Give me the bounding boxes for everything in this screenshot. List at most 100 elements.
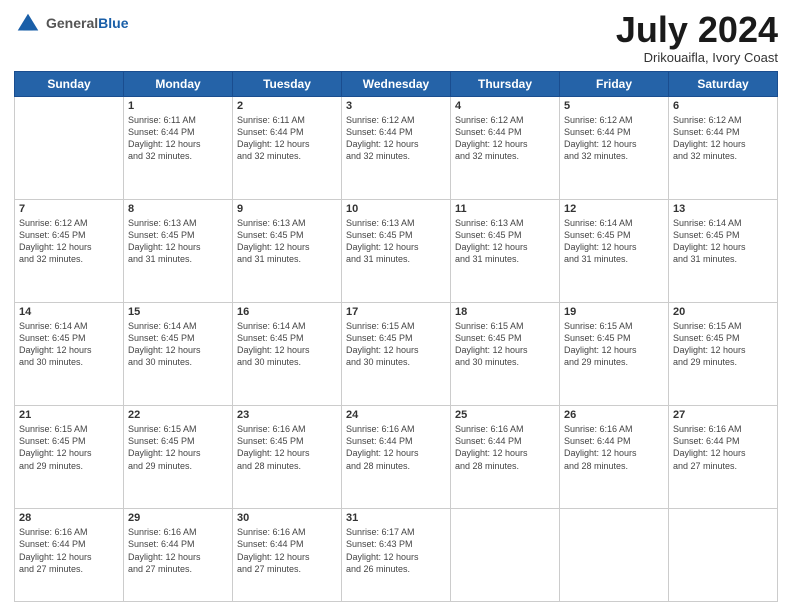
calendar-header-row: Sunday Monday Tuesday Wednesday Thursday… bbox=[15, 71, 778, 96]
day-number: 2 bbox=[237, 100, 337, 112]
calendar-week-row: 28Sunrise: 6:16 AM Sunset: 6:44 PM Dayli… bbox=[15, 509, 778, 602]
day-number: 30 bbox=[237, 512, 337, 524]
col-thursday: Thursday bbox=[451, 71, 560, 96]
logo: GeneralBlue bbox=[14, 10, 128, 38]
table-row: 20Sunrise: 6:15 AM Sunset: 6:45 PM Dayli… bbox=[669, 302, 778, 405]
day-number: 26 bbox=[564, 409, 664, 421]
table-row: 13Sunrise: 6:14 AM Sunset: 6:45 PM Dayli… bbox=[669, 199, 778, 302]
table-row: 22 Sunrise: 6:15 AM Sunset: 6:45 PM Dayli… bbox=[124, 406, 233, 509]
day-number: 12 bbox=[564, 203, 664, 215]
col-sunday: Sunday bbox=[15, 71, 124, 96]
col-saturday: Saturday bbox=[669, 71, 778, 96]
table-row bbox=[560, 509, 669, 602]
table-row: 25 Sunrise: 6:16 AM Sunset: 6:44 PM Dayli… bbox=[451, 406, 560, 509]
day-info: Sunrise: 6:12 AM Sunset: 6:45 PM Dayligh… bbox=[19, 217, 119, 266]
day-info: Sunrise: 6:11 AM Sunset: 6:44 PM Dayligh… bbox=[128, 114, 228, 163]
day-number: 8 bbox=[128, 203, 228, 215]
day-info: Sunrise: 6:15 AM Sunset: 6:45 PM Dayligh… bbox=[128, 423, 228, 472]
day-number: 19 bbox=[564, 306, 664, 318]
table-row: 6Sunrise: 6:12 AM Sunset: 6:44 PM Daylig… bbox=[669, 96, 778, 199]
table-row: 23 Sunrise: 6:16 AM Sunset: 6:45 PM Dayli… bbox=[233, 406, 342, 509]
table-row: 14 Sunrise: 6:14 AM Sunset: 6:45 PM Dayli… bbox=[15, 302, 124, 405]
logo-blue: Blue bbox=[98, 15, 128, 31]
logo-general: General bbox=[46, 15, 98, 31]
day-number: 29 bbox=[128, 512, 228, 524]
day-number: 10 bbox=[346, 203, 446, 215]
table-row: 9 Sunrise: 6:13 AM Sunset: 6:45 PM Daylig… bbox=[233, 199, 342, 302]
day-info: Sunrise: 6:14 AM Sunset: 6:45 PM Dayligh… bbox=[19, 320, 119, 369]
day-info: Sunrise: 6:15 AM Sunset: 6:45 PM Dayligh… bbox=[564, 320, 664, 369]
day-info: Sunrise: 6:16 AM Sunset: 6:44 PM Dayligh… bbox=[237, 526, 337, 575]
table-row: 18 Sunrise: 6:15 AM Sunset: 6:45 PM Dayli… bbox=[451, 302, 560, 405]
day-info: Sunrise: 6:15 AM Sunset: 6:45 PM Dayligh… bbox=[455, 320, 555, 369]
title-block: July 2024 Drikouaifla, Ivory Coast bbox=[616, 10, 778, 65]
day-number: 31 bbox=[346, 512, 446, 524]
day-info: Sunrise: 6:12 AM Sunset: 6:44 PM Dayligh… bbox=[455, 114, 555, 163]
table-row: 19 Sunrise: 6:15 AM Sunset: 6:45 PM Dayli… bbox=[560, 302, 669, 405]
day-number: 15 bbox=[128, 306, 228, 318]
table-row: 2 Sunrise: 6:11 AM Sunset: 6:44 PM Daylig… bbox=[233, 96, 342, 199]
table-row: 7 Sunrise: 6:12 AM Sunset: 6:45 PM Daylig… bbox=[15, 199, 124, 302]
table-row: 24Sunrise: 6:16 AM Sunset: 6:44 PM Dayli… bbox=[342, 406, 451, 509]
table-row: 10 Sunrise: 6:13 AM Sunset: 6:45 PM Dayli… bbox=[342, 199, 451, 302]
day-number: 3 bbox=[346, 100, 446, 112]
day-info: Sunrise: 6:15 AM Sunset: 6:45 PM Dayligh… bbox=[346, 320, 446, 369]
day-info: Sunrise: 6:13 AM Sunset: 6:45 PM Dayligh… bbox=[237, 217, 337, 266]
table-row: 31 Sunrise: 6:17 AM Sunset: 6:43 PM Dayli… bbox=[342, 509, 451, 602]
table-row: 4 Sunrise: 6:12 AM Sunset: 6:44 PM Daylig… bbox=[451, 96, 560, 199]
day-number: 23 bbox=[237, 409, 337, 421]
table-row: 26Sunrise: 6:16 AM Sunset: 6:44 PM Dayli… bbox=[560, 406, 669, 509]
day-info: Sunrise: 6:14 AM Sunset: 6:45 PM Dayligh… bbox=[128, 320, 228, 369]
day-number: 17 bbox=[346, 306, 446, 318]
table-row: 21 Sunrise: 6:15 AM Sunset: 6:45 PM Dayli… bbox=[15, 406, 124, 509]
day-number: 27 bbox=[673, 409, 773, 421]
table-row: 27Sunrise: 6:16 AM Sunset: 6:44 PM Dayli… bbox=[669, 406, 778, 509]
day-number: 16 bbox=[237, 306, 337, 318]
day-number: 14 bbox=[19, 306, 119, 318]
table-row: 11 Sunrise: 6:13 AM Sunset: 6:45 PM Dayli… bbox=[451, 199, 560, 302]
day-number: 21 bbox=[19, 409, 119, 421]
day-info: Sunrise: 6:12 AM Sunset: 6:44 PM Dayligh… bbox=[564, 114, 664, 163]
day-info: Sunrise: 6:16 AM Sunset: 6:44 PM Dayligh… bbox=[455, 423, 555, 472]
logo-icon bbox=[14, 10, 42, 38]
table-row bbox=[451, 509, 560, 602]
day-info: Sunrise: 6:13 AM Sunset: 6:45 PM Dayligh… bbox=[346, 217, 446, 266]
day-number: 7 bbox=[19, 203, 119, 215]
table-row: 5Sunrise: 6:12 AM Sunset: 6:44 PM Daylig… bbox=[560, 96, 669, 199]
day-info: Sunrise: 6:17 AM Sunset: 6:43 PM Dayligh… bbox=[346, 526, 446, 575]
day-number: 6 bbox=[673, 100, 773, 112]
day-info: Sunrise: 6:16 AM Sunset: 6:45 PM Dayligh… bbox=[237, 423, 337, 472]
day-info: Sunrise: 6:13 AM Sunset: 6:45 PM Dayligh… bbox=[455, 217, 555, 266]
table-row bbox=[15, 96, 124, 199]
table-row: 1 Sunrise: 6:11 AM Sunset: 6:44 PM Daylig… bbox=[124, 96, 233, 199]
table-row: 30 Sunrise: 6:16 AM Sunset: 6:44 PM Dayli… bbox=[233, 509, 342, 602]
day-number: 1 bbox=[128, 100, 228, 112]
col-wednesday: Wednesday bbox=[342, 71, 451, 96]
day-number: 11 bbox=[455, 203, 555, 215]
day-info: Sunrise: 6:15 AM Sunset: 6:45 PM Dayligh… bbox=[673, 320, 773, 369]
day-number: 13 bbox=[673, 203, 773, 215]
day-info: Sunrise: 6:11 AM Sunset: 6:44 PM Dayligh… bbox=[237, 114, 337, 163]
table-row: 15 Sunrise: 6:14 AM Sunset: 6:45 PM Dayli… bbox=[124, 302, 233, 405]
day-info: Sunrise: 6:12 AM Sunset: 6:44 PM Dayligh… bbox=[346, 114, 446, 163]
calendar-week-row: 14 Sunrise: 6:14 AM Sunset: 6:45 PM Dayli… bbox=[15, 302, 778, 405]
day-number: 18 bbox=[455, 306, 555, 318]
day-number: 9 bbox=[237, 203, 337, 215]
table-row: 17 Sunrise: 6:15 AM Sunset: 6:45 PM Dayli… bbox=[342, 302, 451, 405]
col-tuesday: Tuesday bbox=[233, 71, 342, 96]
day-number: 25 bbox=[455, 409, 555, 421]
calendar-week-row: 1 Sunrise: 6:11 AM Sunset: 6:44 PM Daylig… bbox=[15, 96, 778, 199]
page-header: GeneralBlue July 2024 Drikouaifla, Ivory… bbox=[14, 10, 778, 65]
day-number: 22 bbox=[128, 409, 228, 421]
table-row: 16Sunrise: 6:14 AM Sunset: 6:45 PM Dayli… bbox=[233, 302, 342, 405]
calendar-table: Sunday Monday Tuesday Wednesday Thursday… bbox=[14, 71, 778, 602]
day-info: Sunrise: 6:14 AM Sunset: 6:45 PM Dayligh… bbox=[564, 217, 664, 266]
table-row: 28Sunrise: 6:16 AM Sunset: 6:44 PM Dayli… bbox=[15, 509, 124, 602]
col-friday: Friday bbox=[560, 71, 669, 96]
calendar-week-row: 21 Sunrise: 6:15 AM Sunset: 6:45 PM Dayli… bbox=[15, 406, 778, 509]
table-row: 3 Sunrise: 6:12 AM Sunset: 6:44 PM Daylig… bbox=[342, 96, 451, 199]
day-info: Sunrise: 6:16 AM Sunset: 6:44 PM Dayligh… bbox=[19, 526, 119, 575]
table-row: 8Sunrise: 6:13 AM Sunset: 6:45 PM Daylig… bbox=[124, 199, 233, 302]
day-info: Sunrise: 6:15 AM Sunset: 6:45 PM Dayligh… bbox=[19, 423, 119, 472]
day-number: 4 bbox=[455, 100, 555, 112]
